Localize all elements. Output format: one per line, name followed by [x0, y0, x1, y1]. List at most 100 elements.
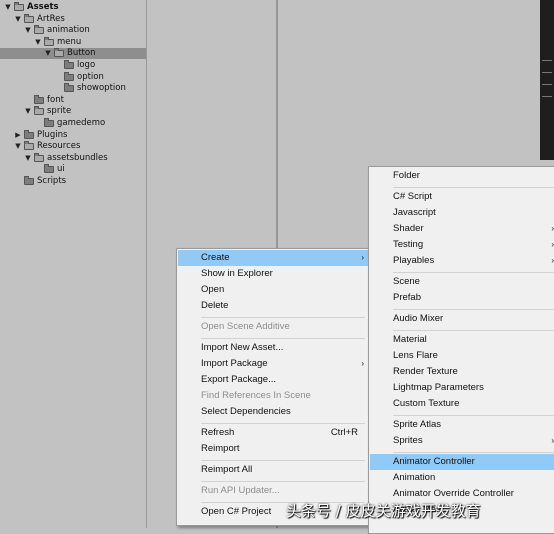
tree-row-label: logo — [77, 60, 96, 70]
menu-item-export-package[interactable]: Export Package... — [178, 372, 368, 388]
context-menu: Create › Show in Explorer Open Delete Open Sc… — [176, 248, 370, 526]
menu-item-testing[interactable]: Testing › — [370, 237, 554, 253]
tree-row[interactable]: showoption — [0, 83, 146, 94]
menu-item-label: Reimport — [201, 443, 240, 454]
menu-item-animation[interactable]: Animation — [370, 470, 554, 486]
tree-row[interactable]: ▼ Resources — [0, 141, 146, 152]
menu-item-prefab[interactable]: Prefab — [370, 290, 554, 306]
tree-row-label: menu — [57, 36, 82, 47]
menu-item-label: Export Package... — [201, 374, 276, 385]
project-tree-panel: ▼ Assets ▼ ArtRes ▼ animation ▼ menu ▼ Button logo… — [0, 0, 147, 528]
tree-row-label: animation — [47, 25, 90, 36]
menu-item-delete[interactable]: Delete — [178, 298, 368, 314]
tree-row[interactable]: logo — [0, 60, 146, 71]
tree-row[interactable]: ▼ menu — [0, 36, 146, 48]
menu-item-reimport-all[interactable]: Reimport All — [178, 462, 368, 478]
menu-item-label: Folder — [393, 170, 420, 181]
folder-icon — [14, 2, 24, 11]
menu-item-material[interactable]: Material — [370, 332, 554, 348]
menu-item-import-package[interactable]: Import Package › — [178, 356, 368, 372]
menu-item-label: Animation — [393, 472, 436, 483]
submenu-arrow-icon: › — [361, 359, 364, 368]
menu-separator — [393, 329, 554, 331]
tree-row-label: ui — [57, 164, 65, 175]
menu-item-open[interactable]: Open — [178, 282, 368, 298]
folder-icon — [34, 152, 44, 162]
menu-item-label: C# Script — [393, 191, 433, 202]
expanded-arrow-icon[interactable]: ▼ — [24, 25, 32, 36]
folder-icon — [24, 13, 34, 23]
menu-item-create[interactable]: Create › — [178, 250, 368, 266]
menu-item-reimport[interactable]: Reimport — [178, 441, 368, 457]
menu-item-shader[interactable]: Shader › — [370, 221, 554, 237]
menu-item-sprite-atlas[interactable]: Sprite Atlas — [370, 417, 554, 433]
tree-row[interactable]: ▼ Assets — [0, 2, 146, 13]
menu-item-label: Delete — [201, 300, 229, 311]
tree-row[interactable]: ui — [0, 164, 146, 175]
menu-item-audio-mixer[interactable]: Audio Mixer — [370, 311, 554, 327]
tree-row[interactable]: ▼ assetsbundles — [0, 152, 146, 164]
expanded-arrow-icon[interactable]: ▼ — [14, 141, 22, 152]
menu-item-render-texture[interactable]: Render Texture — [370, 364, 554, 380]
tree-row[interactable]: font — [0, 94, 146, 106]
menu-item-open-scene-additive: Open Scene Additive — [178, 319, 368, 335]
menu-item-label: Open C# Project — [201, 506, 272, 517]
scene-view-edge — [540, 0, 554, 160]
tree-row-label: Plugins — [37, 129, 68, 140]
menu-item-lens-flare[interactable]: Lens Flare — [370, 348, 554, 364]
tree-row[interactable]: Scripts — [0, 176, 146, 187]
tree-row-label: Button — [67, 48, 96, 59]
menu-item-folder[interactable]: Folder — [370, 168, 554, 184]
menu-item-label: Animator Controller — [393, 456, 475, 467]
menu-separator — [393, 308, 554, 310]
menu-item-label: Create — [201, 252, 230, 263]
tree-row-label: Scripts — [37, 176, 67, 186]
menu-item-import-new-asset[interactable]: Import New Asset... — [178, 340, 368, 356]
folder-icon — [44, 36, 54, 46]
expanded-arrow-icon[interactable]: ▼ — [4, 2, 12, 13]
folder-icon — [24, 141, 34, 151]
menu-item-run-api-updater: Run API Updater... — [178, 483, 368, 499]
tree-row[interactable]: ▼ animation — [0, 25, 146, 36]
menu-item-select-dependencies[interactable]: Select Dependencies — [178, 404, 368, 420]
menu-item-lightmap-parameters[interactable]: Lightmap Parameters — [370, 380, 554, 396]
tree-row[interactable]: ▼ ArtRes — [0, 13, 146, 25]
tree-row[interactable]: ▶ Plugins — [0, 129, 146, 141]
expanded-arrow-icon[interactable]: ▼ — [24, 153, 32, 164]
folder-icon — [44, 164, 54, 174]
menu-separator — [393, 414, 554, 416]
menu-item-scene[interactable]: Scene — [370, 274, 554, 290]
collapsed-arrow-icon[interactable]: ▶ — [14, 130, 22, 141]
tree-row[interactable]: ▼ Button — [0, 48, 146, 60]
tree-row[interactable]: option — [0, 71, 146, 83]
folder-icon — [44, 118, 54, 127]
menu-item-animator-controller[interactable]: Animator Controller — [370, 454, 554, 470]
tree-row[interactable]: gamedemo — [0, 118, 146, 129]
menu-item-label: Material — [393, 334, 427, 345]
menu-separator — [201, 337, 365, 339]
menu-item-playables[interactable]: Playables › — [370, 253, 554, 269]
expanded-arrow-icon[interactable]: ▼ — [24, 106, 32, 117]
tree-row-label: gamedemo — [57, 118, 106, 128]
menu-item-javascript[interactable]: Javascript — [370, 205, 554, 221]
menu-item-sprites[interactable]: Sprites › — [370, 433, 554, 449]
menu-item-show-in-explorer[interactable]: Show in Explorer — [178, 266, 368, 282]
submenu-arrow-icon: › — [361, 253, 364, 262]
create-submenu: Folder C# Script Javascript Shader › Testing ›… — [368, 166, 554, 534]
menu-item-label: Audio Mixer — [393, 313, 444, 324]
menu-item-label: Testing — [393, 239, 424, 250]
expanded-arrow-icon[interactable]: ▼ — [44, 48, 52, 59]
menu-item-refresh[interactable]: Refresh Ctrl+R — [178, 425, 368, 441]
menu-item-label: Render Texture — [393, 366, 458, 377]
tree-row-label: assetsbundles — [47, 152, 108, 163]
menu-item-custom-texture[interactable]: Custom Texture — [370, 396, 554, 412]
expanded-arrow-icon[interactable]: ▼ — [34, 37, 42, 48]
folder-icon — [34, 25, 44, 35]
menu-item-c-script[interactable]: C# Script — [370, 189, 554, 205]
tree-row[interactable]: ▼ sprite — [0, 106, 146, 117]
menu-item-label: Lens Flare — [393, 350, 438, 361]
tree-row-label: font — [47, 94, 64, 105]
menu-item-shortcut: Ctrl+R — [330, 427, 358, 438]
watermark: 头条号 / 皮皮关游戏开发教育 — [286, 502, 481, 520]
expanded-arrow-icon[interactable]: ▼ — [14, 14, 22, 25]
